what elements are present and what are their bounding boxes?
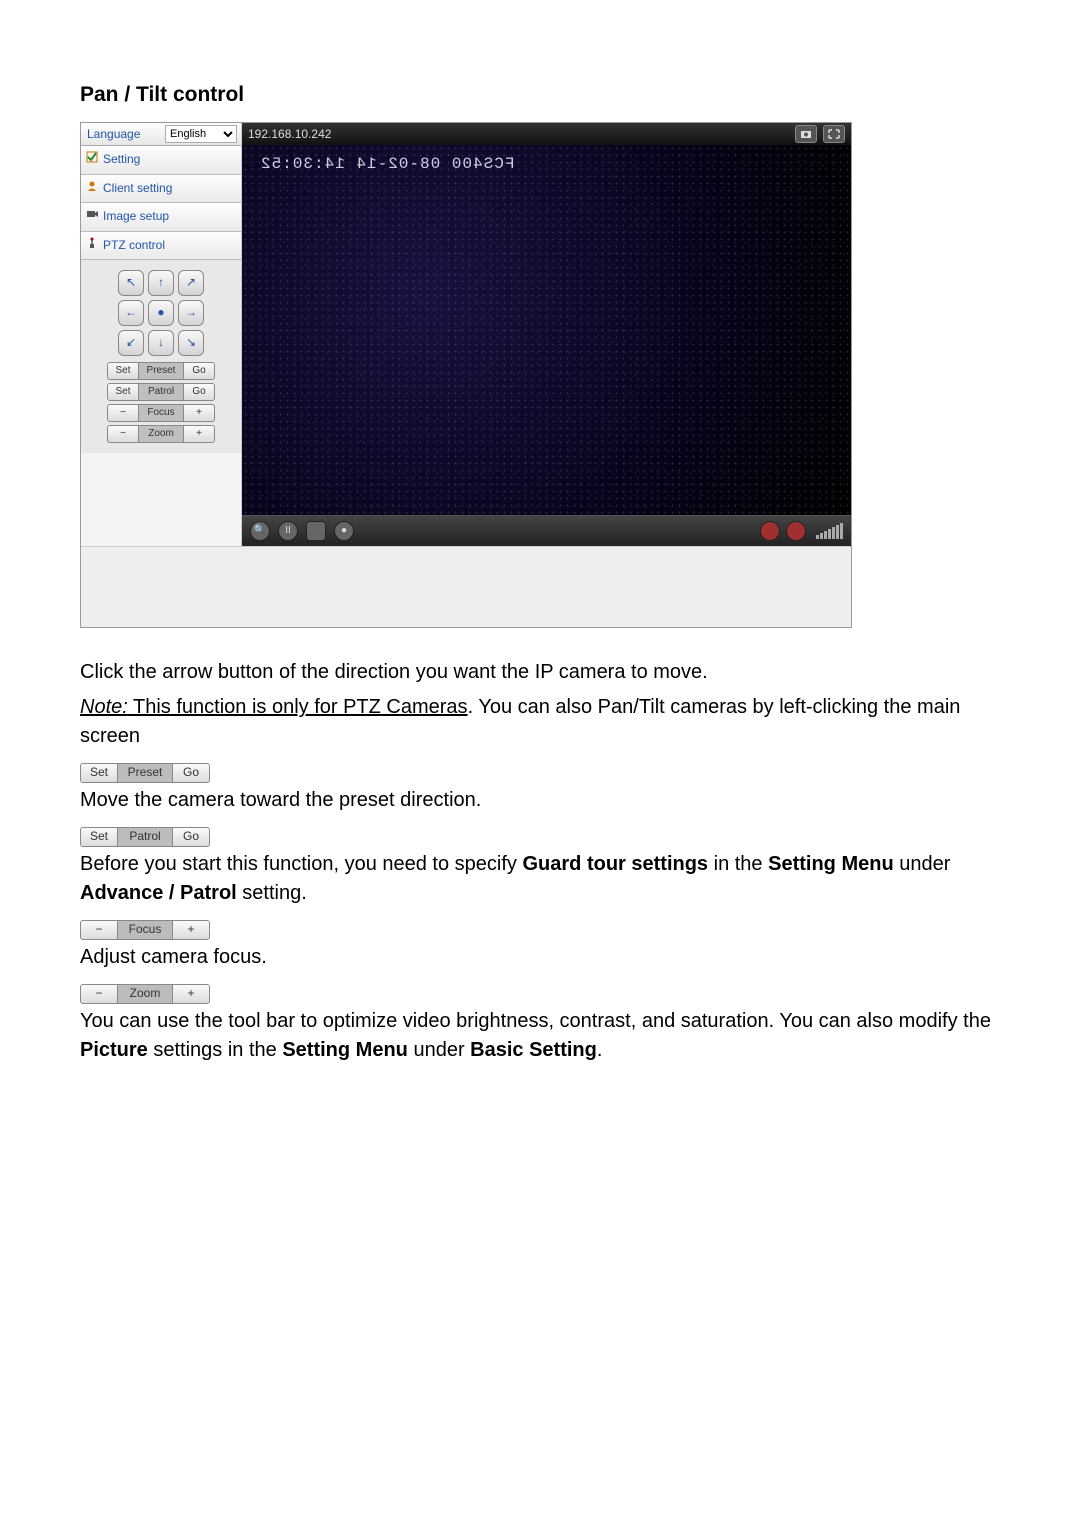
- focus-desc: Adjust camera focus.: [80, 943, 1000, 972]
- pause-icon[interactable]: II: [278, 521, 298, 541]
- inline-preset-go[interactable]: Go: [172, 763, 210, 783]
- direction-pad: ↖ ↑ ↗ ← ● → ↙ ↓ ↘: [87, 270, 235, 356]
- sidebar: Language English Setting Client setting: [81, 123, 242, 546]
- record-icon[interactable]: ●: [334, 521, 354, 541]
- user-icon: [86, 180, 98, 192]
- nav-setting-label: Setting: [103, 152, 140, 166]
- language-row: Language English: [81, 123, 241, 146]
- preset-go[interactable]: Go: [183, 362, 215, 380]
- inline-zoom-minus[interactable]: −: [80, 984, 118, 1004]
- language-select[interactable]: English: [165, 125, 237, 143]
- inline-focus-plus[interactable]: +: [172, 920, 210, 940]
- dir-right[interactable]: →: [178, 300, 204, 326]
- note-underline: This function is only for PTZ Cameras: [128, 696, 468, 718]
- patrol-desc: Before you start this function, you need…: [80, 850, 1000, 908]
- alert-icon[interactable]: [760, 521, 780, 541]
- preset-desc: Move the camera toward the preset direct…: [80, 786, 1000, 815]
- instruction-text: Click the arrow button of the direction …: [80, 658, 1000, 1065]
- inline-patrol-control: Set Patrol Go: [80, 827, 210, 847]
- inline-zoom-plus[interactable]: +: [172, 984, 210, 1004]
- preset-set[interactable]: Set: [107, 362, 139, 380]
- ptz-panel: ↖ ↑ ↗ ← ● → ↙ ↓ ↘ SetPresetGo SetPatrolG…: [81, 260, 241, 453]
- inline-patrol-label: Patrol: [118, 827, 172, 847]
- inline-focus-label: Focus: [118, 920, 172, 940]
- snapshot-icon[interactable]: [795, 125, 817, 143]
- alarm-icon[interactable]: [786, 521, 806, 541]
- toolbar-desc: You can use the tool bar to optimize vid…: [80, 1007, 1000, 1065]
- nav-client-setting[interactable]: Client setting: [81, 175, 241, 203]
- inline-patrol-set[interactable]: Set: [80, 827, 118, 847]
- video-column: 192.168.10.242 FCS400 08-02-14 14:30:52 …: [242, 123, 851, 546]
- inline-preset-label: Preset: [118, 763, 172, 783]
- zoom-plus[interactable]: +: [183, 425, 215, 443]
- section-title: Pan / Tilt control: [80, 80, 1000, 110]
- inline-zoom-label: Zoom: [118, 984, 172, 1004]
- dir-left[interactable]: ←: [118, 300, 144, 326]
- zoom-icon[interactable]: 🔍: [250, 521, 270, 541]
- check-icon: [86, 151, 98, 163]
- ip-address: 192.168.10.242: [248, 126, 331, 143]
- dir-up-left[interactable]: ↖: [118, 270, 144, 296]
- zoom-label: Zoom: [139, 425, 183, 443]
- dir-down-left[interactable]: ↙: [118, 330, 144, 356]
- nav-image-setup[interactable]: Image setup: [81, 203, 241, 231]
- video-osd: FCS400 08-02-14 14:30:52: [260, 153, 514, 176]
- inline-patrol-go[interactable]: Go: [172, 827, 210, 847]
- stop-icon[interactable]: [306, 521, 326, 541]
- focus-minus[interactable]: −: [107, 404, 139, 422]
- text-note: Note: This function is only for PTZ Came…: [80, 693, 1000, 751]
- inline-focus-minus[interactable]: −: [80, 920, 118, 940]
- nav-setting[interactable]: Setting: [81, 146, 241, 174]
- inline-preset-set[interactable]: Set: [80, 763, 118, 783]
- app-screenshot: Language English Setting Client setting: [80, 122, 852, 628]
- address-bar: 192.168.10.242: [242, 123, 851, 145]
- dir-down[interactable]: ↓: [148, 330, 174, 356]
- video-toolbar: 🔍 II ●: [242, 515, 851, 546]
- dir-down-right[interactable]: ↘: [178, 330, 204, 356]
- inline-focus-control: − Focus +: [80, 920, 210, 940]
- focus-plus[interactable]: +: [183, 404, 215, 422]
- patrol-go[interactable]: Go: [183, 383, 215, 401]
- dir-home[interactable]: ●: [148, 300, 174, 326]
- volume-bars-icon: [816, 523, 843, 539]
- dir-up[interactable]: ↑: [148, 270, 174, 296]
- inline-preset-control: Set Preset Go: [80, 763, 210, 783]
- patrol-label: Patrol: [139, 383, 183, 401]
- dir-up-right[interactable]: ↗: [178, 270, 204, 296]
- nav-image-label: Image setup: [103, 209, 169, 223]
- preset-label: Preset: [139, 362, 183, 380]
- patrol-set[interactable]: Set: [107, 383, 139, 401]
- camera-icon: [86, 208, 98, 220]
- zoom-minus[interactable]: −: [107, 425, 139, 443]
- language-label: Language: [87, 126, 140, 143]
- frame-footer: [81, 546, 851, 627]
- nav-client-label: Client setting: [103, 181, 172, 195]
- note-label: Note:: [80, 696, 128, 718]
- nav-ptz-control[interactable]: PTZ control: [81, 232, 241, 260]
- joystick-icon: [86, 237, 98, 249]
- video-area[interactable]: FCS400 08-02-14 14:30:52: [242, 145, 851, 515]
- fullscreen-icon[interactable]: [823, 125, 845, 143]
- text-directions: Click the arrow button of the direction …: [80, 658, 1000, 687]
- inline-zoom-control: − Zoom +: [80, 984, 210, 1004]
- focus-label: Focus: [139, 404, 183, 422]
- nav-ptz-label: PTZ control: [103, 238, 165, 252]
